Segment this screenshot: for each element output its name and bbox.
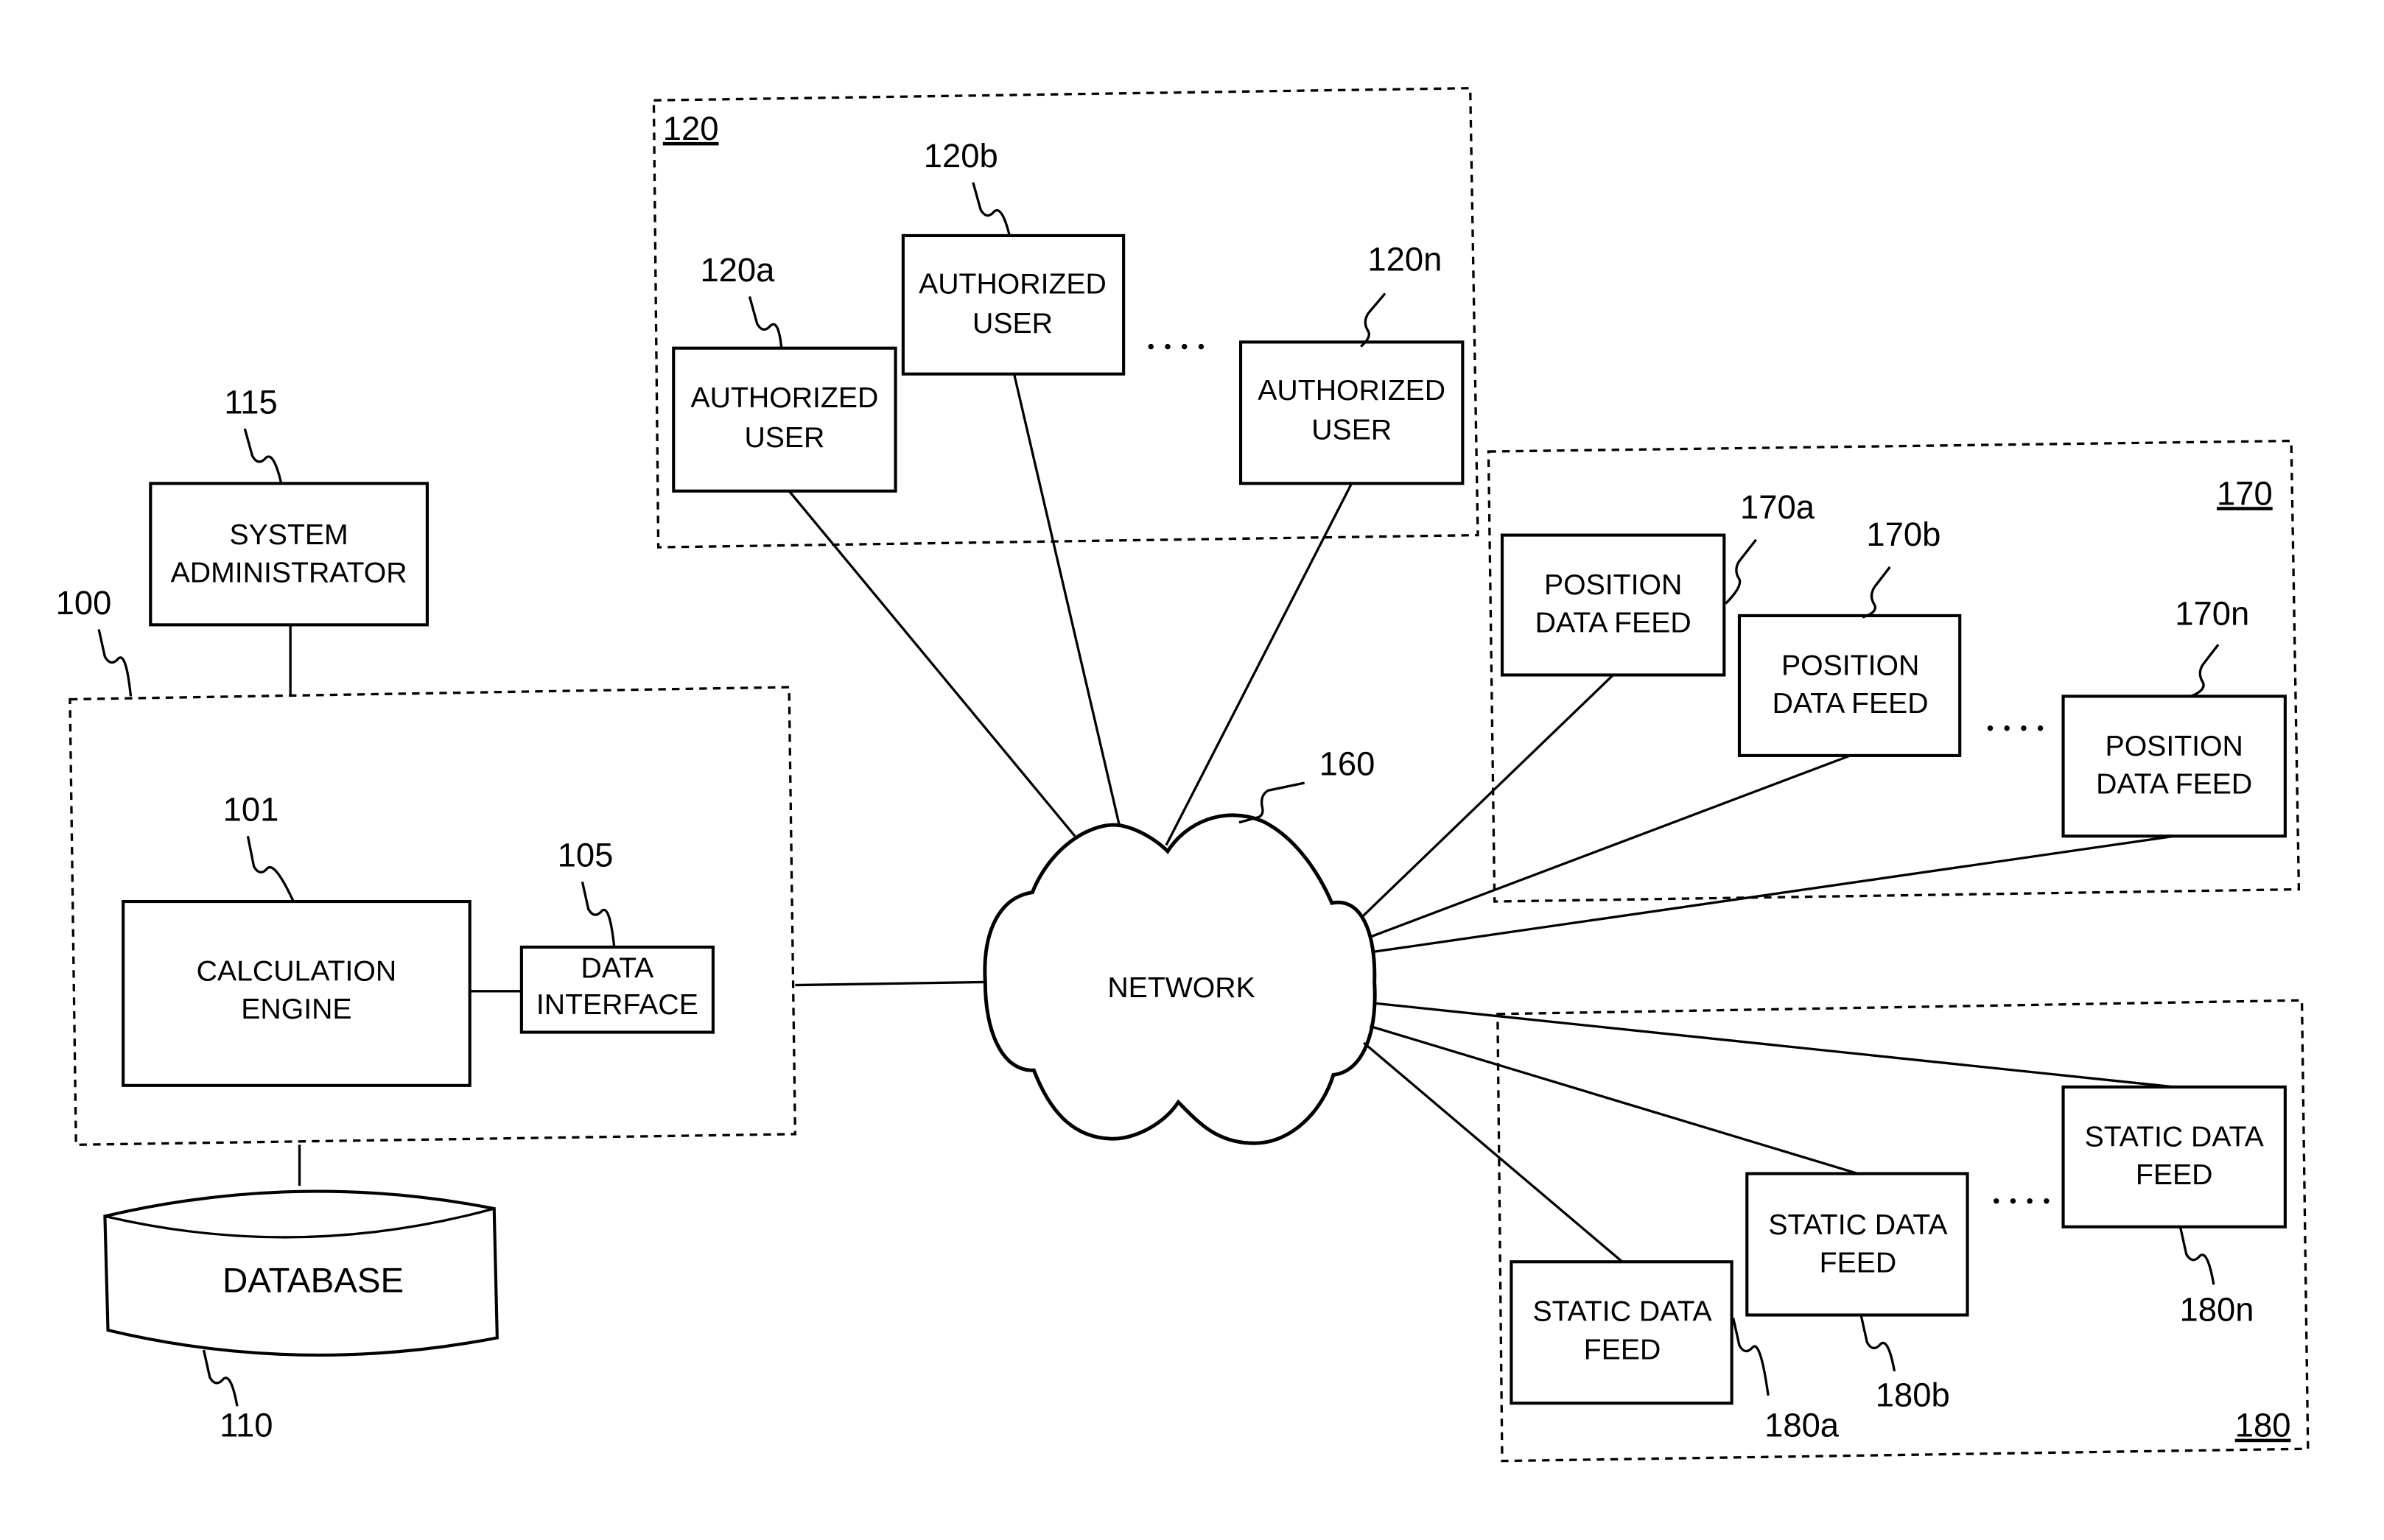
box-label-line1: AUTHORIZED xyxy=(919,268,1107,300)
leader-101 xyxy=(246,835,295,902)
ref-170b: 170b xyxy=(1866,516,1940,553)
static-feeds-group: 180 STATIC DATA FEED 180a STATIC DATA FE… xyxy=(1496,999,2310,1463)
position-feed-box xyxy=(1737,613,1962,757)
leader-120b xyxy=(972,182,1011,236)
box-label-line2: DATA FEED xyxy=(1535,608,1691,639)
leader-120a xyxy=(748,296,783,348)
group-170-ref: 170 xyxy=(2217,474,2273,512)
link-system-network xyxy=(795,980,986,987)
ref-160: 160 xyxy=(1319,745,1375,783)
ref-105: 105 xyxy=(558,837,614,874)
box-label-line2: FEED xyxy=(1820,1248,1897,1279)
system-administrator: SYSTEM ADMINISTRATOR 115 xyxy=(149,383,429,627)
leader-120n xyxy=(1359,292,1386,348)
ref-120a: 120a xyxy=(700,251,775,289)
position-feeds-group: 170 POSITION DATA FEED 170a POSITION DAT… xyxy=(1487,439,2301,903)
database: DATABASE 110 xyxy=(103,1189,499,1444)
ellipsis-static-feeds xyxy=(1994,1198,2050,1204)
static-feed-box xyxy=(1745,1172,1969,1317)
static-feed-180n: STATIC DATA FEED 180n xyxy=(2061,1085,2287,1329)
box-label-line2: FEED xyxy=(2136,1159,2213,1191)
ref-120n: 120n xyxy=(1367,240,1442,278)
box-label-line1: CALCULATION xyxy=(197,955,397,987)
leader-170n xyxy=(2190,644,2220,697)
data-interface: DATA INTERFACE 105 xyxy=(519,837,715,1034)
static-feed-box xyxy=(1510,1260,1733,1405)
link-network-120b xyxy=(1012,373,1121,825)
leader-110 xyxy=(202,1349,239,1407)
network-cloud: NETWORK 160 xyxy=(983,745,1377,1145)
position-feed-170b: POSITION DATA FEED 170b xyxy=(1737,516,1962,757)
box-label-line1: AUTHORIZED xyxy=(691,382,879,414)
leader-180b xyxy=(1859,1315,1896,1372)
link-network-180b xyxy=(1369,1024,1859,1175)
position-feed-box xyxy=(1500,533,1726,677)
box-label-line2: DATA FEED xyxy=(1773,688,1929,720)
box-label-line1: STATIC DATA xyxy=(1768,1209,1948,1241)
link-network-180n xyxy=(1375,1002,2175,1089)
leader-170b xyxy=(1862,566,1891,619)
box-label-line1: POSITION xyxy=(2106,731,2243,762)
box-label-line1: POSITION xyxy=(1544,569,1682,601)
box-label-line1: STATIC DATA xyxy=(1532,1296,1712,1328)
box-label-line1: STATIC DATA xyxy=(2085,1121,2265,1153)
ellipsis-position-feeds xyxy=(1987,725,2044,731)
authorized-user-box xyxy=(1238,340,1465,485)
leader-170a xyxy=(1725,538,1757,605)
link-network-170b xyxy=(1370,754,1851,938)
box-label-line2: USER xyxy=(972,308,1053,340)
box-label-line2: USER xyxy=(744,422,824,454)
leader-115 xyxy=(243,428,283,484)
ref-101: 101 xyxy=(223,791,279,829)
box-label-line2: INTERFACE xyxy=(536,989,698,1021)
box-label-line1: AUTHORIZED xyxy=(1258,375,1445,407)
authorized-user-120n: AUTHORIZED USER 120n xyxy=(1238,240,1465,485)
box-label-line2: ADMINISTRATOR xyxy=(171,558,407,589)
authorized-users-group: 120 AUTHORIZED USER 120a AUTHORIZED USER… xyxy=(652,87,1479,549)
ellipsis-users xyxy=(1148,343,1205,350)
ref-170a: 170a xyxy=(1740,488,1815,526)
system-diagram: 120 AUTHORIZED USER 120a AUTHORIZED USER… xyxy=(56,87,2310,1463)
ref-120b: 120b xyxy=(924,137,998,175)
box-label-line1: POSITION xyxy=(1781,650,1919,681)
group-120-ref: 120 xyxy=(663,110,719,147)
leader-180n xyxy=(2178,1226,2215,1285)
link-network-170a xyxy=(1361,674,1614,918)
group-180-ref: 180 xyxy=(2235,1407,2291,1444)
box-label-line2: ENGINE xyxy=(241,994,351,1025)
static-feed-box xyxy=(2061,1085,2287,1228)
authorized-user-120b: AUTHORIZED USER 120b xyxy=(901,137,1126,376)
box-label-line2: USER xyxy=(1311,415,1392,446)
position-feed-170n: POSITION DATA FEED 170n xyxy=(2061,594,2287,838)
link-network-180a xyxy=(1363,1041,1624,1263)
ref-115: 115 xyxy=(224,383,277,421)
ref-110: 110 xyxy=(220,1407,273,1444)
ref-180a: 180a xyxy=(1764,1407,1840,1444)
ref-180b: 180b xyxy=(1876,1376,1950,1413)
ref-170n: 170n xyxy=(2175,594,2249,632)
box-label-line1: SYSTEM xyxy=(230,519,348,551)
box-label-line2: FEED xyxy=(1584,1334,1661,1365)
authorized-user-box xyxy=(901,233,1126,376)
authorized-user-box xyxy=(672,346,897,493)
leader-105 xyxy=(581,881,616,948)
ref-180n: 180n xyxy=(2179,1291,2254,1329)
position-feed-box xyxy=(2061,695,2287,838)
network-label: NETWORK xyxy=(1107,972,1255,1004)
system-administrator-box xyxy=(149,482,429,627)
authorized-user-120a: AUTHORIZED USER 120a xyxy=(672,251,897,493)
ref-100: 100 xyxy=(56,584,112,622)
leader-100 xyxy=(97,629,133,697)
box-label-line1: DATA xyxy=(581,952,655,984)
leader-180a xyxy=(1732,1318,1770,1396)
database-label: DATABASE xyxy=(222,1262,404,1301)
box-label-line2: DATA FEED xyxy=(2096,768,2252,800)
static-feed-180b: STATIC DATA FEED 180b xyxy=(1745,1172,1969,1413)
system-100: 100 CALCULATION ENGINE 101 DATA INTERFAC… xyxy=(56,584,797,1146)
calculation-engine: CALCULATION ENGINE 101 xyxy=(122,791,471,1087)
